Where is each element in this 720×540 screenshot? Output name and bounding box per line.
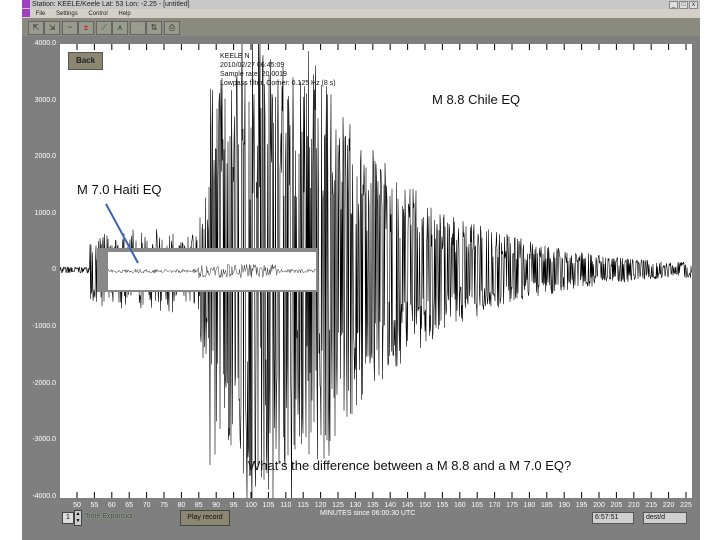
x-tick-label: 100 bbox=[245, 502, 257, 509]
time-expansion-label: Time Expansion bbox=[85, 513, 135, 520]
x-tick-label: 115 bbox=[297, 502, 309, 509]
spinner-arrows[interactable]: ▲ ▼ bbox=[74, 510, 82, 526]
maximize-button[interactable]: □ bbox=[679, 1, 688, 9]
menu-control[interactable]: Control bbox=[88, 11, 107, 17]
question-text: What’s the difference between a M 8.8 an… bbox=[248, 458, 572, 473]
print-icon[interactable]: ⎙ bbox=[164, 21, 180, 35]
filter-info: Lowpass filter, Corner: 0.125 Hz (8 s) bbox=[220, 80, 336, 87]
window-title: Station: KEELE/Keele Lat: 53 Lon: -2.25 … bbox=[31, 1, 190, 8]
station-name: KEELE N bbox=[220, 53, 250, 60]
x-tick-label: 130 bbox=[349, 502, 362, 509]
toolbar: ⇱ ⇲ ~ ± ⟋ ∧ ▭ ⇅ ⎙ bbox=[22, 18, 700, 36]
zoom-line-icon[interactable]: ⟋ bbox=[96, 21, 112, 35]
expansion-spinner[interactable]: 1 bbox=[62, 512, 74, 524]
x-tick-label: 175 bbox=[506, 502, 518, 509]
station-field[interactable]: dest/d bbox=[643, 512, 687, 524]
start-time: 2010/02/27 06:45:09 bbox=[220, 62, 285, 69]
x-tick-label: 215 bbox=[645, 502, 658, 509]
x-tick-label: 50 bbox=[73, 502, 81, 509]
x-tick-label: 110 bbox=[280, 502, 292, 509]
x-tick-label: 190 bbox=[558, 502, 571, 509]
x-tick-label: 220 bbox=[662, 502, 675, 509]
chile-label: M 8.8 Chile EQ bbox=[432, 92, 521, 107]
open-icon[interactable]: ⇱ bbox=[28, 21, 44, 35]
x-tick-label: 80 bbox=[177, 502, 186, 509]
x-tick-label: 95 bbox=[229, 502, 238, 509]
x-tick-label: 205 bbox=[610, 502, 623, 509]
x-tick-label: 60 bbox=[107, 502, 116, 509]
x-tick-label: 170 bbox=[488, 502, 501, 509]
x-tick-label: 125 bbox=[332, 502, 344, 509]
menu-settings[interactable]: Settings bbox=[56, 11, 78, 17]
x-tick-label: 155 bbox=[436, 502, 449, 509]
peak-icon[interactable]: ∧ bbox=[112, 21, 128, 35]
play-record-button[interactable]: Play record bbox=[180, 510, 230, 526]
x-tick-label: 200 bbox=[593, 502, 605, 509]
y-tick-label: -2000.0 bbox=[32, 379, 56, 387]
y-tick-label: 1000.0 bbox=[34, 209, 56, 217]
x-tick-label: 140 bbox=[384, 502, 397, 509]
x-axis-label: MINUTES since 06:00:30 UTC bbox=[320, 510, 416, 517]
clock-field[interactable]: 6:57:51 bbox=[592, 512, 634, 524]
station-info: KEELE N 2010/02/27 06:45:09 Sample rate:… bbox=[220, 52, 336, 88]
doc-icon bbox=[22, 9, 30, 17]
x-tick-label: 65 bbox=[125, 502, 134, 509]
amplitude-icon[interactable]: ± bbox=[78, 21, 94, 35]
back-button[interactable]: Back bbox=[68, 52, 103, 70]
x-tick-label: 90 bbox=[212, 502, 221, 509]
y-tick-label: 3000.0 bbox=[34, 96, 56, 104]
app-icon bbox=[22, 0, 30, 8]
x-tick-label: 165 bbox=[471, 502, 484, 509]
x-tick-label: 75 bbox=[160, 502, 168, 509]
arrows-icon[interactable]: ⇅ bbox=[146, 21, 162, 35]
y-tick-label: 4000.0 bbox=[34, 40, 56, 47]
menu-help[interactable]: Help bbox=[118, 11, 130, 17]
x-tick-label: 210 bbox=[627, 502, 640, 509]
sample-rate: Sample rate: 20.0019 bbox=[220, 71, 287, 78]
x-tick-label: 55 bbox=[90, 502, 99, 509]
disabled-icon[interactable]: ▭ bbox=[130, 21, 146, 35]
x-tick-label: 145 bbox=[401, 502, 414, 509]
y-tick-label: -3000.0 bbox=[32, 436, 56, 444]
x-tick-label: 70 bbox=[142, 502, 151, 509]
close-button[interactable]: x bbox=[689, 1, 698, 9]
y-tick-label: -4000.0 bbox=[32, 492, 56, 500]
x-tick-label: 105 bbox=[262, 502, 275, 509]
title-bar: Station: KEELE/Keele Lat: 53 Lon: -2.25 … bbox=[22, 0, 700, 9]
x-tick-label: 180 bbox=[523, 502, 536, 509]
minimize-button[interactable]: _ bbox=[669, 1, 678, 9]
y-tick-label: -1000.0 bbox=[32, 323, 56, 330]
filter-icon[interactable]: ~ bbox=[62, 21, 78, 35]
y-tick-label: 2000.0 bbox=[34, 153, 56, 161]
haiti-inset bbox=[97, 248, 318, 292]
haiti-trace bbox=[107, 263, 316, 279]
x-tick-label: 150 bbox=[419, 502, 431, 509]
menu-bar: File Settings Control Help bbox=[22, 9, 700, 18]
x-tick-label: 160 bbox=[453, 502, 466, 509]
save-icon[interactable]: ⇲ bbox=[44, 21, 60, 35]
haiti-label: M 7.0 Haiti EQ bbox=[77, 182, 162, 197]
menu-file[interactable]: File bbox=[36, 11, 46, 17]
y-tick-label: 0 bbox=[52, 266, 56, 274]
x-tick-label: 85 bbox=[194, 502, 203, 509]
x-tick-label: 135 bbox=[366, 502, 379, 509]
x-tick-label: 195 bbox=[575, 502, 588, 509]
x-tick-label: 120 bbox=[314, 502, 327, 509]
x-tick-label: 225 bbox=[680, 502, 692, 509]
x-tick-label: 185 bbox=[540, 502, 553, 509]
